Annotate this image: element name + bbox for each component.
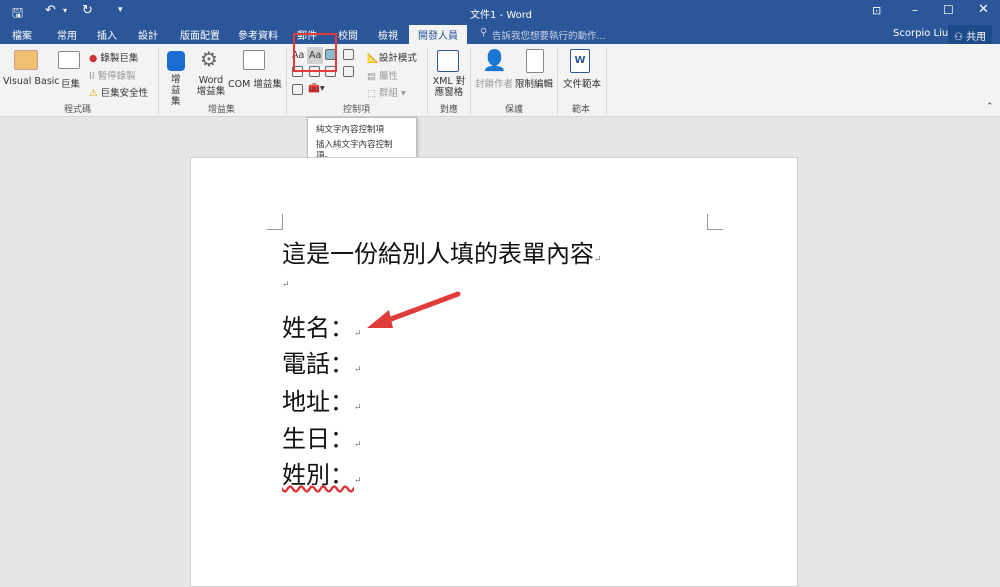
com-addins-icon (243, 50, 265, 70)
properties-icon: ▤ (367, 71, 376, 82)
tell-me-icon: ⚲ (480, 27, 488, 38)
maximize-icon[interactable]: ☐ (943, 3, 954, 17)
tab-insert[interactable]: 插入 (97, 27, 117, 42)
undo-icon[interactable]: ↶ (45, 3, 56, 18)
date-picker-control-icon[interactable] (343, 66, 354, 77)
xml-mapping-label: XML 對應窗格 (432, 76, 466, 98)
group-cmd-label: 群組 (379, 88, 399, 99)
ribbon-tabs: 檔案 常用 插入 設計 版面配置 參考資料 郵件 校閱 檢視 開發人員 ⚲ 告訴… (0, 24, 1000, 44)
document-line[interactable]: 姓名：↵ (282, 308, 362, 343)
tell-me-input[interactable]: 告訴我您想要執行的動作... (492, 28, 606, 42)
tab-references[interactable]: 參考資料 (238, 27, 278, 42)
group-label-protect: 保護 (505, 105, 524, 115)
undo-dropdown-icon[interactable]: ▾ (63, 6, 67, 15)
tooltip-title: 純文字內容控制項 (316, 125, 385, 135)
visual-basic-label: Visual Basic (3, 76, 60, 87)
tab-review[interactable]: 校閱 (338, 27, 358, 42)
com-addins-label: COM 增益集 (228, 79, 282, 90)
margin-corner (707, 214, 723, 230)
divider (470, 48, 471, 114)
margin-corner (267, 214, 283, 230)
customize-qat-icon[interactable]: ▾ (118, 5, 123, 15)
divider (286, 48, 287, 114)
block-authors-icon: 👤 (482, 48, 507, 72)
window-title: 文件1 - Word (470, 10, 533, 21)
share-icon: ⚇ (954, 32, 963, 43)
ribbon: Visual Basic 巨集 ● 錄製巨集 II 暫停錄製 ⚠ 巨集安全性 程… (0, 33, 1000, 117)
tab-view[interactable]: 檢視 (378, 27, 398, 42)
addins-icon (167, 51, 185, 71)
record-icon: ● (89, 53, 98, 64)
tab-design[interactable]: 設計 (138, 27, 158, 42)
restrict-editing-label: 限制編輯 (515, 79, 554, 90)
repeating-section-icon[interactable] (292, 84, 303, 95)
divider (606, 48, 607, 114)
legacy-tools-icon[interactable]: 🧰▾ (308, 83, 325, 94)
lock-document-icon (526, 49, 544, 73)
document-line[interactable]: 生日：↵ (282, 419, 362, 454)
share-label: 共用 (966, 32, 987, 43)
close-icon[interactable]: ✕ (978, 2, 989, 17)
collapse-ribbon-icon[interactable]: ⌃ (986, 102, 994, 112)
record-macro-button[interactable]: ● 錄製巨集 (89, 50, 138, 64)
group-icon: ⬚ (367, 88, 376, 99)
group-label-controls: 控制項 (343, 105, 371, 115)
document-line[interactable]: 電話：↵ (282, 344, 362, 379)
document-line[interactable]: 地址：↵ (282, 382, 362, 417)
tab-home[interactable]: 常用 (57, 27, 77, 42)
properties-label: 屬性 (379, 71, 399, 82)
macro-security-button[interactable]: ⚠ 巨集安全性 (89, 85, 148, 99)
macros-label: 巨集 (61, 79, 81, 90)
macro-security-label: 巨集安全性 (100, 88, 149, 99)
group-label-code: 程式碼 (64, 105, 92, 115)
tab-layout[interactable]: 版面配置 (180, 27, 220, 42)
document-line[interactable]: 姓別：↵ (282, 455, 362, 490)
redo-icon[interactable]: ↻ (82, 3, 93, 18)
design-mode-label: 設計模式 (378, 53, 417, 64)
building-block-control-icon[interactable] (343, 49, 354, 60)
pause-recording-label: 暫停錄製 (97, 71, 136, 82)
group-button[interactable]: ⬚ 群組 ▾ (367, 85, 406, 99)
divider (427, 48, 428, 114)
word-addins-label: Word 增益集 (196, 75, 226, 97)
document-line[interactable]: 這是一份給別人填的表單內容↵ (282, 234, 602, 269)
save-icon[interactable]: 🖫 (12, 4, 23, 26)
pause-icon: II (89, 71, 95, 82)
ribbon-display-icon[interactable]: ⊡ (872, 4, 881, 17)
warning-icon: ⚠ (89, 88, 98, 99)
group-label-templates: 範本 (572, 105, 591, 115)
group-label-mapping: 對應 (440, 105, 459, 115)
group-label-addins: 增益集 (208, 105, 236, 115)
user-name[interactable]: Scorpio Liu (893, 28, 948, 39)
block-authors-label: 封鎖作者 (475, 79, 514, 90)
word-template-icon: W (570, 49, 590, 73)
divider (158, 48, 159, 114)
share-button[interactable]: ⚇ 共用 (948, 25, 993, 44)
minimize-icon[interactable]: – (912, 3, 918, 17)
design-mode-icon: 📐 (367, 53, 379, 64)
record-macro-label: 錄製巨集 (100, 53, 139, 64)
document-line[interactable]: ↵ (282, 280, 290, 290)
document-page[interactable]: 這是一份給別人填的表單內容↵ ↵ 姓名：↵ 電話：↵ 地址：↵ 生日：↵ 姓別：… (190, 157, 798, 587)
title-bar: 🖫 ↶ ▾ ↻ ▾ 文件1 - Word ⊡ – ☐ ✕ (0, 0, 1000, 24)
tab-developer[interactable]: 開發人員 (409, 25, 467, 44)
gear-icon: ⚙ (200, 47, 218, 71)
red-arrow-annotation (367, 291, 461, 328)
tab-file[interactable]: 檔案 (12, 27, 32, 42)
addins-label: 增益集 (171, 74, 181, 107)
document-template-label: 文件範本 (563, 79, 602, 90)
properties-button[interactable]: ▤ 屬性 (367, 68, 398, 82)
macros-icon (58, 51, 80, 69)
xml-mapping-icon (437, 50, 459, 72)
highlight-box (293, 33, 337, 72)
design-mode-button[interactable]: 📐設計模式 (367, 50, 417, 64)
visual-basic-icon (14, 50, 38, 70)
divider (557, 48, 558, 114)
pause-recording-button[interactable]: II 暫停錄製 (89, 68, 136, 82)
